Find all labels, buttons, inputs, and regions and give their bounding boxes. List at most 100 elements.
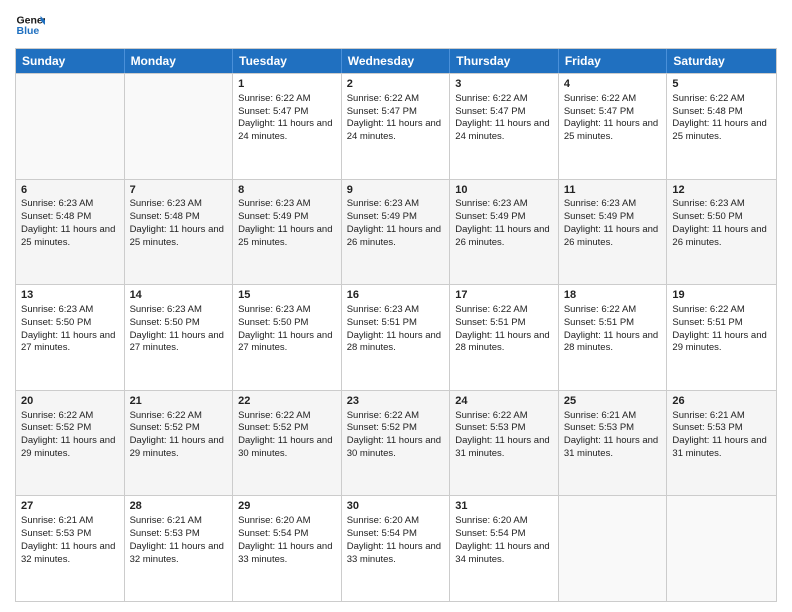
calendar-cell: 15Sunrise: 6:23 AMSunset: 5:50 PMDayligh… xyxy=(233,285,342,390)
daylight-text: Daylight: 11 hours and 33 minutes. xyxy=(238,541,336,567)
sunrise-text: Sunrise: 6:23 AM xyxy=(455,198,553,211)
day-number: 23 xyxy=(347,394,445,409)
daylight-text: Daylight: 11 hours and 31 minutes. xyxy=(455,435,553,461)
day-number: 6 xyxy=(21,183,119,198)
sunset-text: Sunset: 5:53 PM xyxy=(130,528,228,541)
day-number: 13 xyxy=(21,288,119,303)
sunrise-text: Sunrise: 6:23 AM xyxy=(238,198,336,211)
sunset-text: Sunset: 5:54 PM xyxy=(238,528,336,541)
calendar-cell: 7Sunrise: 6:23 AMSunset: 5:48 PMDaylight… xyxy=(125,180,234,285)
daylight-text: Daylight: 11 hours and 34 minutes. xyxy=(455,541,553,567)
calendar-cell: 22Sunrise: 6:22 AMSunset: 5:52 PMDayligh… xyxy=(233,391,342,496)
calendar-cell: 6Sunrise: 6:23 AMSunset: 5:48 PMDaylight… xyxy=(16,180,125,285)
calendar-header-cell: Wednesday xyxy=(342,49,451,73)
sunrise-text: Sunrise: 6:23 AM xyxy=(238,304,336,317)
sunrise-text: Sunrise: 6:22 AM xyxy=(455,93,553,106)
sunrise-text: Sunrise: 6:22 AM xyxy=(238,410,336,423)
daylight-text: Daylight: 11 hours and 26 minutes. xyxy=(672,224,771,250)
calendar-cell: 4Sunrise: 6:22 AMSunset: 5:47 PMDaylight… xyxy=(559,74,668,179)
sunrise-text: Sunrise: 6:23 AM xyxy=(21,198,119,211)
calendar-cell xyxy=(667,496,776,601)
day-number: 12 xyxy=(672,183,771,198)
calendar-cell: 8Sunrise: 6:23 AMSunset: 5:49 PMDaylight… xyxy=(233,180,342,285)
sunset-text: Sunset: 5:51 PM xyxy=(672,317,771,330)
calendar-header-cell: Sunday xyxy=(16,49,125,73)
sunset-text: Sunset: 5:53 PM xyxy=(455,422,553,435)
day-number: 15 xyxy=(238,288,336,303)
sunset-text: Sunset: 5:49 PM xyxy=(238,211,336,224)
calendar-body: 1Sunrise: 6:22 AMSunset: 5:47 PMDaylight… xyxy=(16,73,776,601)
sunrise-text: Sunrise: 6:22 AM xyxy=(455,304,553,317)
sunrise-text: Sunrise: 6:23 AM xyxy=(347,304,445,317)
sunrise-text: Sunrise: 6:23 AM xyxy=(347,198,445,211)
sunset-text: Sunset: 5:52 PM xyxy=(130,422,228,435)
calendar-cell: 19Sunrise: 6:22 AMSunset: 5:51 PMDayligh… xyxy=(667,285,776,390)
calendar-week: 27Sunrise: 6:21 AMSunset: 5:53 PMDayligh… xyxy=(16,495,776,601)
sunset-text: Sunset: 5:51 PM xyxy=(455,317,553,330)
calendar-cell: 5Sunrise: 6:22 AMSunset: 5:48 PMDaylight… xyxy=(667,74,776,179)
daylight-text: Daylight: 11 hours and 33 minutes. xyxy=(347,541,445,567)
logo-icon: General Blue xyxy=(15,10,45,40)
calendar-cell: 25Sunrise: 6:21 AMSunset: 5:53 PMDayligh… xyxy=(559,391,668,496)
daylight-text: Daylight: 11 hours and 24 minutes. xyxy=(238,118,336,144)
sunrise-text: Sunrise: 6:21 AM xyxy=(672,410,771,423)
calendar-header-cell: Monday xyxy=(125,49,234,73)
day-number: 24 xyxy=(455,394,553,409)
daylight-text: Daylight: 11 hours and 27 minutes. xyxy=(238,330,336,356)
sunset-text: Sunset: 5:51 PM xyxy=(564,317,662,330)
sunset-text: Sunset: 5:47 PM xyxy=(347,106,445,119)
calendar-cell: 30Sunrise: 6:20 AMSunset: 5:54 PMDayligh… xyxy=(342,496,451,601)
day-number: 4 xyxy=(564,77,662,92)
day-number: 25 xyxy=(564,394,662,409)
daylight-text: Daylight: 11 hours and 29 minutes. xyxy=(130,435,228,461)
day-number: 31 xyxy=(455,499,553,514)
sunrise-text: Sunrise: 6:22 AM xyxy=(455,410,553,423)
sunset-text: Sunset: 5:50 PM xyxy=(21,317,119,330)
daylight-text: Daylight: 11 hours and 30 minutes. xyxy=(347,435,445,461)
daylight-text: Daylight: 11 hours and 28 minutes. xyxy=(564,330,662,356)
sunrise-text: Sunrise: 6:20 AM xyxy=(455,515,553,528)
sunrise-text: Sunrise: 6:22 AM xyxy=(130,410,228,423)
page: General Blue SundayMondayTuesdayWednesda… xyxy=(0,0,792,612)
calendar-cell: 28Sunrise: 6:21 AMSunset: 5:53 PMDayligh… xyxy=(125,496,234,601)
calendar-cell: 11Sunrise: 6:23 AMSunset: 5:49 PMDayligh… xyxy=(559,180,668,285)
sunrise-text: Sunrise: 6:22 AM xyxy=(347,410,445,423)
sunset-text: Sunset: 5:53 PM xyxy=(21,528,119,541)
daylight-text: Daylight: 11 hours and 28 minutes. xyxy=(455,330,553,356)
daylight-text: Daylight: 11 hours and 32 minutes. xyxy=(130,541,228,567)
calendar-cell: 14Sunrise: 6:23 AMSunset: 5:50 PMDayligh… xyxy=(125,285,234,390)
daylight-text: Daylight: 11 hours and 25 minutes. xyxy=(130,224,228,250)
day-number: 19 xyxy=(672,288,771,303)
daylight-text: Daylight: 11 hours and 32 minutes. xyxy=(21,541,119,567)
sunset-text: Sunset: 5:49 PM xyxy=(347,211,445,224)
daylight-text: Daylight: 11 hours and 24 minutes. xyxy=(347,118,445,144)
sunset-text: Sunset: 5:48 PM xyxy=(672,106,771,119)
sunrise-text: Sunrise: 6:23 AM xyxy=(130,304,228,317)
daylight-text: Daylight: 11 hours and 27 minutes. xyxy=(130,330,228,356)
sunset-text: Sunset: 5:54 PM xyxy=(455,528,553,541)
day-number: 22 xyxy=(238,394,336,409)
sunrise-text: Sunrise: 6:22 AM xyxy=(672,304,771,317)
sunrise-text: Sunrise: 6:23 AM xyxy=(21,304,119,317)
calendar-cell: 20Sunrise: 6:22 AMSunset: 5:52 PMDayligh… xyxy=(16,391,125,496)
day-number: 11 xyxy=(564,183,662,198)
day-number: 28 xyxy=(130,499,228,514)
daylight-text: Daylight: 11 hours and 26 minutes. xyxy=(455,224,553,250)
calendar-cell: 16Sunrise: 6:23 AMSunset: 5:51 PMDayligh… xyxy=(342,285,451,390)
day-number: 7 xyxy=(130,183,228,198)
sunset-text: Sunset: 5:50 PM xyxy=(238,317,336,330)
day-number: 18 xyxy=(564,288,662,303)
sunrise-text: Sunrise: 6:20 AM xyxy=(347,515,445,528)
calendar-cell: 12Sunrise: 6:23 AMSunset: 5:50 PMDayligh… xyxy=(667,180,776,285)
day-number: 5 xyxy=(672,77,771,92)
day-number: 9 xyxy=(347,183,445,198)
sunset-text: Sunset: 5:49 PM xyxy=(564,211,662,224)
calendar-cell xyxy=(16,74,125,179)
daylight-text: Daylight: 11 hours and 25 minutes. xyxy=(21,224,119,250)
calendar-header-cell: Tuesday xyxy=(233,49,342,73)
sunrise-text: Sunrise: 6:22 AM xyxy=(347,93,445,106)
sunset-text: Sunset: 5:49 PM xyxy=(455,211,553,224)
daylight-text: Daylight: 11 hours and 26 minutes. xyxy=(564,224,662,250)
sunset-text: Sunset: 5:52 PM xyxy=(21,422,119,435)
day-number: 3 xyxy=(455,77,553,92)
